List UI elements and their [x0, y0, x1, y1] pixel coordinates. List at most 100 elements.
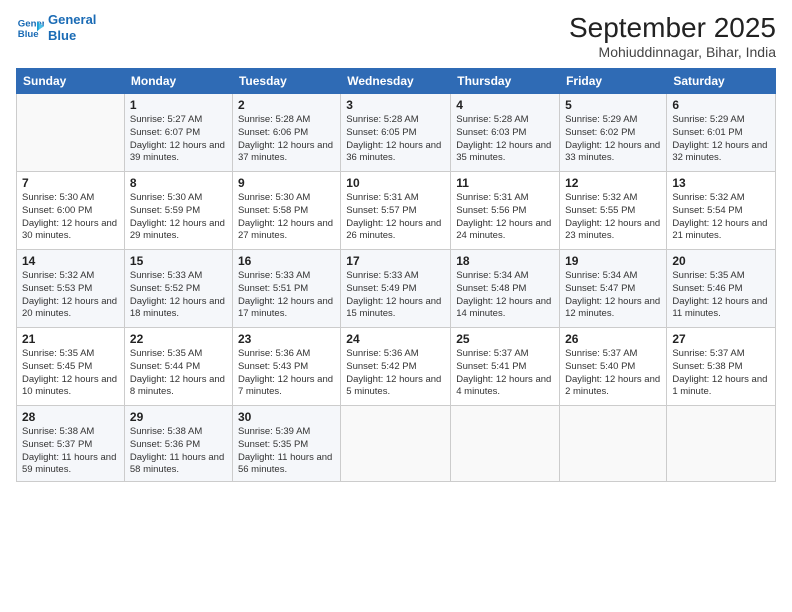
logo-line2: Blue: [48, 28, 76, 43]
cell-info: Sunrise: 5:36 AMSunset: 5:43 PMDaylight:…: [238, 348, 335, 399]
cell-info: Sunrise: 5:27 AMSunset: 6:07 PMDaylight:…: [130, 114, 227, 165]
cell-info: Sunrise: 5:35 AMSunset: 5:45 PMDaylight:…: [22, 348, 119, 399]
calendar-cell: [17, 94, 125, 172]
day-number: 11: [456, 176, 554, 190]
day-number: 18: [456, 254, 554, 268]
calendar-cell: 30 Sunrise: 5:39 AMSunset: 5:35 PMDayligh…: [232, 406, 340, 482]
day-number: 16: [238, 254, 335, 268]
calendar-cell: 15 Sunrise: 5:33 AMSunset: 5:52 PMDayligh…: [124, 250, 232, 328]
calendar-cell: [560, 406, 667, 482]
cell-info: Sunrise: 5:31 AMSunset: 5:56 PMDaylight:…: [456, 192, 554, 243]
calendar-cell: [341, 406, 451, 482]
logo-line1: General: [48, 12, 96, 27]
cell-info: Sunrise: 5:39 AMSunset: 5:35 PMDaylight:…: [238, 426, 335, 477]
calendar-cell: 26Sunrise: 5:37 AMSunset: 5:40 PMDayligh…: [560, 328, 667, 406]
calendar-cell: 4 Sunrise: 5:28 AMSunset: 6:03 PMDaylight…: [451, 94, 560, 172]
day-number: 15: [130, 254, 227, 268]
logo-icon: General Blue: [16, 14, 44, 42]
day-number: 8: [130, 176, 227, 190]
calendar-cell: 11 Sunrise: 5:31 AMSunset: 5:56 PMDayligh…: [451, 172, 560, 250]
cell-info: Sunrise: 5:33 AMSunset: 5:52 PMDaylight:…: [130, 270, 227, 321]
day-number: 1: [130, 98, 227, 112]
day-number: 13: [672, 176, 770, 190]
day-number: 30: [238, 410, 335, 424]
logo: General Blue General Blue: [16, 12, 96, 43]
cell-info: Sunrise: 5:30 AMSunset: 5:59 PMDaylight:…: [130, 192, 227, 243]
day-number: 9: [238, 176, 335, 190]
day-number: 12: [565, 176, 661, 190]
day-number: 22: [130, 332, 227, 346]
week-row-1: 7 Sunrise: 5:30 AMSunset: 6:00 PMDaylight…: [17, 172, 776, 250]
calendar-cell: 23 Sunrise: 5:36 AMSunset: 5:43 PMDayligh…: [232, 328, 340, 406]
calendar-cell: [667, 406, 776, 482]
day-number: 20: [672, 254, 770, 268]
day-number: 4: [456, 98, 554, 112]
day-number: 28: [22, 410, 119, 424]
calendar-cell: 20Sunrise: 5:35 AMSunset: 5:46 PMDayligh…: [667, 250, 776, 328]
week-row-2: 14Sunrise: 5:32 AMSunset: 5:53 PMDayligh…: [17, 250, 776, 328]
day-number: 29: [130, 410, 227, 424]
cell-info: Sunrise: 5:35 AMSunset: 5:44 PMDaylight:…: [130, 348, 227, 399]
cell-info: Sunrise: 5:30 AMSunset: 5:58 PMDaylight:…: [238, 192, 335, 243]
calendar-cell: 9 Sunrise: 5:30 AMSunset: 5:58 PMDaylight…: [232, 172, 340, 250]
cell-info: Sunrise: 5:34 AMSunset: 5:47 PMDaylight:…: [565, 270, 661, 321]
calendar-cell: 19 Sunrise: 5:34 AMSunset: 5:47 PMDayligh…: [560, 250, 667, 328]
header-row: SundayMondayTuesdayWednesdayThursdayFrid…: [17, 69, 776, 94]
calendar-header: SundayMondayTuesdayWednesdayThursdayFrid…: [17, 69, 776, 94]
cell-info: Sunrise: 5:32 AMSunset: 5:55 PMDaylight:…: [565, 192, 661, 243]
calendar-cell: 18Sunrise: 5:34 AMSunset: 5:48 PMDayligh…: [451, 250, 560, 328]
cell-info: Sunrise: 5:32 AMSunset: 5:54 PMDaylight:…: [672, 192, 770, 243]
month-title: September 2025: [569, 12, 776, 44]
calendar-cell: 16 Sunrise: 5:33 AMSunset: 5:51 PMDayligh…: [232, 250, 340, 328]
day-number: 7: [22, 176, 119, 190]
calendar-cell: 5Sunrise: 5:29 AMSunset: 6:02 PMDaylight…: [560, 94, 667, 172]
header-cell-saturday: Saturday: [667, 69, 776, 94]
calendar-cell: 10Sunrise: 5:31 AMSunset: 5:57 PMDayligh…: [341, 172, 451, 250]
page-container: General Blue General Blue September 2025…: [0, 0, 792, 490]
week-row-4: 28 Sunrise: 5:38 AMSunset: 5:37 PMDayligh…: [17, 406, 776, 482]
calendar-cell: 6 Sunrise: 5:29 AMSunset: 6:01 PMDaylight…: [667, 94, 776, 172]
calendar-cell: 25 Sunrise: 5:37 AMSunset: 5:41 PMDayligh…: [451, 328, 560, 406]
cell-info: Sunrise: 5:30 AMSunset: 6:00 PMDaylight:…: [22, 192, 119, 243]
calendar-cell: 8 Sunrise: 5:30 AMSunset: 5:59 PMDaylight…: [124, 172, 232, 250]
header: General Blue General Blue September 2025…: [16, 12, 776, 60]
cell-info: Sunrise: 5:36 AMSunset: 5:42 PMDaylight:…: [346, 348, 445, 399]
cell-info: Sunrise: 5:28 AMSunset: 6:05 PMDaylight:…: [346, 114, 445, 165]
calendar-cell: 7 Sunrise: 5:30 AMSunset: 6:00 PMDaylight…: [17, 172, 125, 250]
calendar-cell: 17Sunrise: 5:33 AMSunset: 5:49 PMDayligh…: [341, 250, 451, 328]
week-row-3: 21 Sunrise: 5:35 AMSunset: 5:45 PMDayligh…: [17, 328, 776, 406]
cell-info: Sunrise: 5:28 AMSunset: 6:03 PMDaylight:…: [456, 114, 554, 165]
calendar-cell: 14Sunrise: 5:32 AMSunset: 5:53 PMDayligh…: [17, 250, 125, 328]
day-number: 21: [22, 332, 119, 346]
day-number: 23: [238, 332, 335, 346]
location: Mohiuddinnagar, Bihar, India: [569, 44, 776, 60]
calendar-table: SundayMondayTuesdayWednesdayThursdayFrid…: [16, 68, 776, 482]
cell-info: Sunrise: 5:38 AMSunset: 5:37 PMDaylight:…: [22, 426, 119, 477]
header-cell-monday: Monday: [124, 69, 232, 94]
day-number: 26: [565, 332, 661, 346]
day-number: 19: [565, 254, 661, 268]
calendar-cell: [451, 406, 560, 482]
calendar-cell: 28 Sunrise: 5:38 AMSunset: 5:37 PMDayligh…: [17, 406, 125, 482]
cell-info: Sunrise: 5:29 AMSunset: 6:01 PMDaylight:…: [672, 114, 770, 165]
week-row-0: 1 Sunrise: 5:27 AMSunset: 6:07 PMDaylight…: [17, 94, 776, 172]
calendar-cell: 3Sunrise: 5:28 AMSunset: 6:05 PMDaylight…: [341, 94, 451, 172]
calendar-cell: 21 Sunrise: 5:35 AMSunset: 5:45 PMDayligh…: [17, 328, 125, 406]
cell-info: Sunrise: 5:33 AMSunset: 5:51 PMDaylight:…: [238, 270, 335, 321]
calendar-cell: 27 Sunrise: 5:37 AMSunset: 5:38 PMDayligh…: [667, 328, 776, 406]
day-number: 25: [456, 332, 554, 346]
cell-info: Sunrise: 5:31 AMSunset: 5:57 PMDaylight:…: [346, 192, 445, 243]
cell-info: Sunrise: 5:33 AMSunset: 5:49 PMDaylight:…: [346, 270, 445, 321]
day-number: 27: [672, 332, 770, 346]
day-number: 5: [565, 98, 661, 112]
calendar-body: 1 Sunrise: 5:27 AMSunset: 6:07 PMDaylight…: [17, 94, 776, 482]
day-number: 14: [22, 254, 119, 268]
calendar-cell: 24 Sunrise: 5:36 AMSunset: 5:42 PMDayligh…: [341, 328, 451, 406]
cell-info: Sunrise: 5:37 AMSunset: 5:38 PMDaylight:…: [672, 348, 770, 399]
cell-info: Sunrise: 5:38 AMSunset: 5:36 PMDaylight:…: [130, 426, 227, 477]
day-number: 6: [672, 98, 770, 112]
day-number: 2: [238, 98, 335, 112]
cell-info: Sunrise: 5:37 AMSunset: 5:41 PMDaylight:…: [456, 348, 554, 399]
calendar-cell: 29 Sunrise: 5:38 AMSunset: 5:36 PMDayligh…: [124, 406, 232, 482]
day-number: 24: [346, 332, 445, 346]
